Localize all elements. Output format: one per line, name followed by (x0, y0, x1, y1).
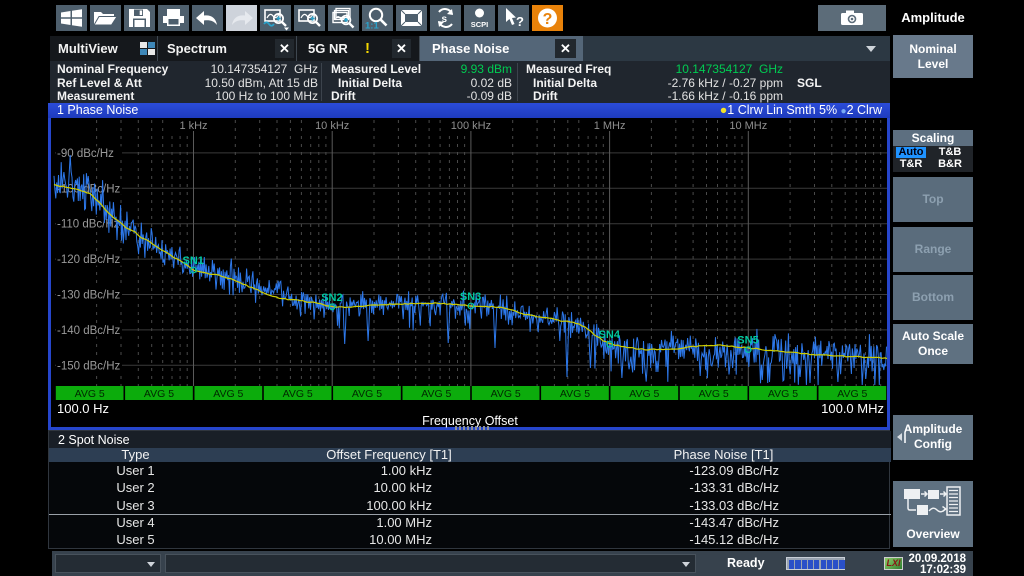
svg-text:AVG 5: AVG 5 (352, 388, 382, 400)
svg-text:SN4: SN4 (599, 329, 621, 341)
svg-text:AVG 5: AVG 5 (699, 388, 729, 400)
svg-text:?: ? (516, 14, 524, 29)
svg-text:10 kHz: 10 kHz (315, 120, 349, 132)
svg-text:100 kHz: 100 kHz (451, 120, 491, 132)
svg-text:1 kHz: 1 kHz (179, 120, 207, 132)
svg-text:AVG 5: AVG 5 (560, 388, 590, 400)
svg-text:SN1: SN1 (183, 255, 204, 267)
svg-text:SN3: SN3 (460, 291, 481, 303)
svg-text:AVG 5: AVG 5 (768, 388, 798, 400)
svg-text:AVG 5: AVG 5 (213, 388, 243, 400)
svg-text:10 MHz: 10 MHz (729, 120, 767, 132)
svg-text:AVG 5: AVG 5 (837, 388, 867, 400)
svg-text:AVG 5: AVG 5 (75, 388, 105, 400)
svg-text:AVG 5: AVG 5 (283, 388, 313, 400)
svg-text:AVG 5: AVG 5 (629, 388, 659, 400)
svg-text:s: s (442, 14, 448, 25)
svg-text:1:1: 1:1 (365, 21, 379, 32)
svg-text:SCPI: SCPI (471, 20, 489, 29)
svg-text:-140 dBc/Hz: -140 dBc/Hz (57, 325, 121, 337)
svg-text:?: ? (543, 11, 553, 28)
svg-text:1 MHz: 1 MHz (594, 120, 626, 132)
svg-text:AVG 5: AVG 5 (491, 388, 521, 400)
svg-text:SN5: SN5 (737, 335, 758, 347)
svg-text:AVG 5: AVG 5 (144, 388, 174, 400)
svg-text:-150 dBc/Hz: -150 dBc/Hz (57, 360, 121, 372)
svg-text:SN2: SN2 (321, 292, 342, 304)
svg-text:AVG 5: AVG 5 (421, 388, 451, 400)
svg-text:-120 dBc/Hz: -120 dBc/Hz (57, 254, 121, 266)
svg-text:-90 dBc/Hz: -90 dBc/Hz (57, 148, 114, 160)
svg-text:-130 dBc/Hz: -130 dBc/Hz (57, 290, 121, 302)
